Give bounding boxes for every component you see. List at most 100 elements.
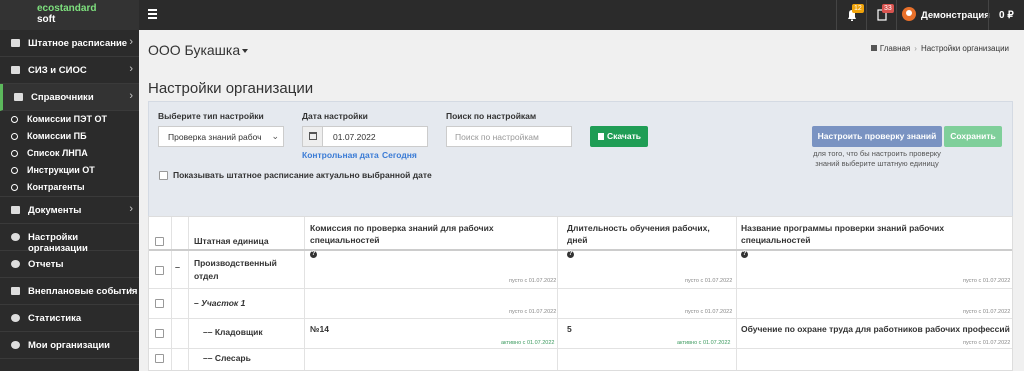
cell-unit-label: Слесарь [214,353,251,363]
chevron-right-icon: › [129,36,133,48]
row-checkbox[interactable] [155,266,164,275]
table-row[interactable]: – Производственный отдел пусто с 01.07.2… [149,253,1012,289]
circle-icon [11,150,18,157]
show-actual-checkbox[interactable] [159,171,168,180]
org-selector[interactable]: ООО Букашка [148,42,240,58]
type-select-value: Проверка знаний рабоч [168,132,262,142]
configure-check-button[interactable]: Настроить проверку знаний [812,126,942,147]
cell-status: активно с 01.07.2022 [677,340,731,346]
table-row[interactable]: – Участок 1 пусто с 01.07.2022 пусто с 0… [149,289,1012,319]
header-commission-label: Комиссия по проверка знаний для рабочих … [310,223,494,245]
cell-status: пусто с 01.07.2022 [509,278,557,284]
chevron-right-icon: › [129,203,133,215]
sidebar-subitem-label: Комиссии ПЭТ ОТ [27,114,108,124]
cell-status: пусто с 01.07.2022 [685,309,733,315]
sidebar-item-reports[interactable]: Отчеты [0,251,139,278]
cell-unit: –– Слесарь [203,353,251,363]
configure-hint: для того, что бы настроить проверку знан… [813,149,941,168]
cell-duration[interactable]: 5 [567,323,572,336]
date-field[interactable]: 01.07.2022 [302,126,428,147]
circle-icon [11,184,18,191]
date-label: Дата настройки [302,111,368,121]
brand-line-2: soft [37,14,56,25]
sidebar-subitem-pb-commissions[interactable]: Комиссии ПБ [0,128,139,145]
sidebar-item-ppe[interactable]: СИЗ и СИОС › [0,57,139,84]
cell-status: пусто с 01.07.2022 [963,278,1011,284]
sidebar-subitem-ot-instructions[interactable]: Инструкции ОТ [0,162,139,179]
sidebar-item-my-orgs[interactable]: Мои организации [0,332,139,359]
sidebar-subitem-pet-commissions[interactable]: Комиссии ПЭТ ОТ [0,111,139,128]
documents-icon [11,206,20,214]
download-button-label: Скачать [607,131,641,141]
show-actual-label: Показывать штатное расписание актуально … [173,170,432,180]
documents-badge: 33 [882,4,894,13]
building-icon [11,341,20,349]
cell-status: пусто с 01.07.2022 [963,309,1011,315]
calendar-icon[interactable] [303,127,323,146]
type-select[interactable]: Проверка знаний рабоч ⌄ [158,126,284,147]
brand-line-1: ecostandard [37,3,97,14]
sidebar-item-label: СИЗ и СИОС [28,65,87,76]
sidebar-subitem-label: Комиссии ПБ [27,131,87,141]
circle-icon [11,133,18,140]
gear-icon [11,233,20,241]
breadcrumb-current: Настройки организации [920,44,1009,53]
sidebar-subitem-lnpa-list[interactable]: Список ЛНПА [0,145,139,162]
circle-icon [11,167,18,174]
table-row[interactable]: –– Кладовщик №14 активно с 01.07.2022 5 … [149,319,1012,349]
notifications-badge: 12 [852,4,864,13]
sidebar-item-org-settings[interactable]: Настройки организации [0,224,139,254]
chevron-down-icon: ⌄ [271,131,279,141]
breadcrumb-home[interactable]: Главная [880,44,910,53]
book-icon [14,93,23,101]
breadcrumb: Главная › Настройки организации [870,44,1009,53]
cell-status: пусто с 01.07.2022 [685,278,733,284]
main-content: ООО Букашка Главная › Настройки организаци… [139,30,1024,371]
sidebar: Штатное расписание › СИЗ и СИОС › Справо… [0,30,139,371]
sidebar-subitem-label: Инструкции ОТ [27,165,95,175]
ppe-icon [11,66,20,74]
table-header: Штатная единица Комиссия по проверка зна… [149,217,1012,258]
download-button[interactable]: Скачать [590,126,648,147]
documents-button[interactable]: 33 [866,0,896,30]
sidebar-item-staffing[interactable]: Штатное расписание › [0,30,139,57]
cell-commission[interactable]: №14 [310,323,329,336]
row-checkbox[interactable] [155,354,164,363]
date-value: 01.07.2022 [333,132,376,142]
sidebar-subitem-label: Контрагенты [27,182,85,192]
row-checkbox[interactable] [155,329,164,338]
cell-status: пусто с 01.07.2022 [509,309,557,315]
brand-logo[interactable]: ecostandard soft [0,0,139,30]
header-unit[interactable]: Штатная единица [194,235,269,247]
row-checkbox[interactable] [155,299,164,308]
chevron-right-icon: › [129,284,133,296]
notifications-button[interactable]: 12 [836,0,866,30]
events-icon [11,287,20,295]
cell-program[interactable]: Обучение по охране труда для работников … [741,323,1011,336]
pie-chart-icon [11,314,20,322]
type-label: Выберите тип настройки [158,111,264,121]
header-program-label: Название программы проверки знаний рабоч… [741,223,945,245]
table-row[interactable]: –– Слесарь [149,349,1012,370]
save-button[interactable]: Сохранить [944,126,1002,147]
sidebar-item-directories[interactable]: Справочники › [0,84,139,111]
search-label: Поиск по настройкам [446,111,537,121]
sidebar-item-statistics[interactable]: Статистика [0,305,139,332]
circle-icon [11,116,18,123]
settings-table: Штатная единица Комиссия по проверка зна… [148,216,1013,371]
menu-toggle-icon[interactable] [148,9,157,19]
search-input[interactable] [446,126,572,147]
select-all-checkbox[interactable] [155,237,164,246]
balance[interactable]: 0 ₽ [988,0,1024,30]
user-menu[interactable]: Демонстрация [896,0,990,30]
sidebar-item-documents[interactable]: Документы › [0,197,139,224]
sidebar-item-label: Статистика [28,313,82,324]
sidebar-subitem-contractors[interactable]: Контрагенты [0,179,139,197]
collapse-icon[interactable]: – [175,262,180,272]
sidebar-item-unplanned-events[interactable]: Внеплановые события › [0,278,139,305]
today-link[interactable]: Сегодня [382,150,417,160]
chevron-right-icon: › [129,63,133,75]
chevron-right-icon: › [129,90,133,102]
caret-down-icon[interactable] [242,49,248,53]
control-date-link[interactable]: Контрольная дата [302,150,379,160]
